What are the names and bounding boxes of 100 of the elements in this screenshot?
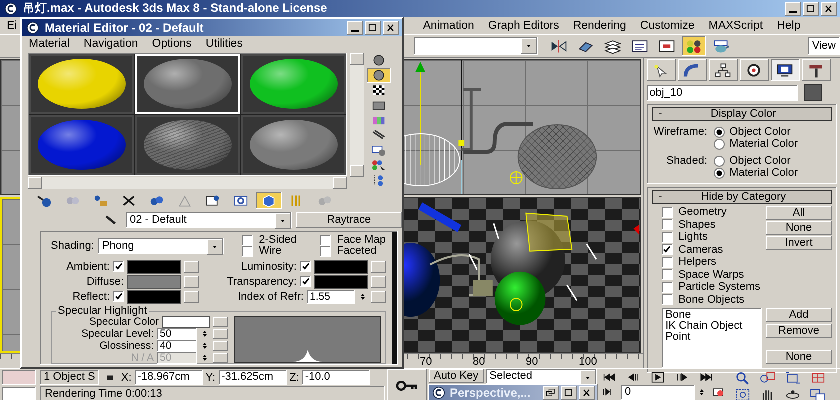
map-button[interactable] bbox=[213, 316, 228, 327]
menu-item[interactable]: Options bbox=[145, 38, 199, 50]
menu-item[interactable]: Navigation bbox=[76, 38, 146, 50]
category-checkbox[interactable]: Helpers bbox=[662, 256, 762, 268]
object-name-field[interactable]: obj_10 bbox=[646, 84, 798, 100]
material-editor-button[interactable] bbox=[682, 36, 706, 56]
radio-button[interactable] bbox=[714, 168, 725, 178]
maximize-button[interactable] bbox=[561, 386, 577, 400]
color-swatch[interactable] bbox=[127, 274, 181, 289]
category-button[interactable]: Invert bbox=[766, 236, 832, 250]
close-button[interactable] bbox=[383, 20, 399, 34]
backlight-button[interactable] bbox=[367, 68, 391, 83]
menu-item[interactable]: Animation bbox=[416, 20, 482, 32]
menu-item[interactable]: Help bbox=[770, 20, 808, 32]
map-button[interactable] bbox=[371, 260, 386, 273]
auto-key-button[interactable]: Auto Key bbox=[429, 369, 484, 383]
list-item[interactable]: IK Chain Object bbox=[666, 321, 758, 332]
spinner-field[interactable]: 50 bbox=[157, 328, 197, 340]
rollout-header[interactable]: - Hide by Category bbox=[652, 190, 832, 204]
set-key-button[interactable] bbox=[387, 369, 427, 400]
color-enable-checkbox[interactable] bbox=[300, 275, 311, 288]
category-checkbox[interactable]: Bone Objects bbox=[662, 294, 762, 306]
menu-item[interactable]: Rendering bbox=[566, 20, 634, 32]
maximize-button[interactable] bbox=[803, 2, 819, 16]
rollout-header[interactable]: - Display Color bbox=[652, 107, 832, 121]
list-button[interactable]: None bbox=[766, 350, 832, 364]
coordinate-field[interactable]: -31.625cm bbox=[218, 370, 287, 385]
material-sample-slot[interactable] bbox=[241, 54, 346, 114]
map-button[interactable] bbox=[371, 290, 386, 303]
menu-item[interactable]: Customize bbox=[633, 20, 702, 32]
maximize-button[interactable] bbox=[365, 20, 381, 34]
refraction-field[interactable]: 1.55 bbox=[307, 290, 355, 304]
utilities-tab[interactable] bbox=[802, 59, 831, 81]
list-item[interactable]: Bone bbox=[666, 310, 758, 321]
close-button[interactable] bbox=[821, 2, 837, 16]
category-checkbox[interactable]: Geometry bbox=[662, 206, 762, 218]
category-checkbox[interactable]: Cameras bbox=[662, 244, 762, 256]
material-type-button[interactable]: Raytrace bbox=[296, 212, 402, 228]
map-button[interactable] bbox=[213, 340, 228, 351]
radio-button[interactable] bbox=[714, 156, 725, 166]
maxscript-listener-field[interactable] bbox=[2, 387, 36, 400]
color-enable-checkbox[interactable] bbox=[300, 260, 311, 273]
spinner-field[interactable]: 40 bbox=[157, 340, 197, 352]
vertical-scrollbar[interactable] bbox=[350, 53, 364, 177]
option-checkbox[interactable]: Faceted bbox=[320, 246, 386, 257]
view-dropdown[interactable]: View bbox=[808, 37, 840, 55]
color-swatch[interactable] bbox=[127, 290, 181, 304]
radio-label[interactable]: Object Color bbox=[730, 155, 791, 167]
radio-button[interactable] bbox=[714, 126, 725, 138]
material-name-dropdown[interactable]: 02 - Default bbox=[126, 212, 292, 228]
motion-tab[interactable] bbox=[740, 59, 769, 81]
hierarchy-tab[interactable] bbox=[708, 59, 738, 81]
coordinate-field[interactable]: -10.0 bbox=[302, 370, 370, 385]
menu-item[interactable]: Graph Editors bbox=[481, 20, 566, 32]
menu-item[interactable]: Ei bbox=[0, 20, 24, 32]
radio-button[interactable] bbox=[714, 138, 725, 150]
category-checkbox[interactable]: Lights bbox=[662, 231, 762, 244]
minimize-button[interactable] bbox=[785, 2, 801, 16]
map-button[interactable] bbox=[184, 276, 199, 288]
radio-label[interactable]: Object Color bbox=[730, 126, 791, 138]
category-button[interactable]: None bbox=[766, 221, 832, 235]
map-button[interactable] bbox=[184, 290, 199, 303]
material-sample-slot[interactable] bbox=[241, 115, 346, 175]
list-button[interactable]: Add bbox=[766, 308, 832, 322]
option-checkbox[interactable]: 2-Sided bbox=[242, 234, 320, 246]
list-button[interactable]: Remove bbox=[766, 324, 832, 338]
color-swatch[interactable] bbox=[314, 274, 368, 289]
color-enable-checkbox[interactable] bbox=[113, 260, 124, 273]
restore-button[interactable] bbox=[543, 386, 559, 400]
option-checkbox[interactable]: Wire bbox=[242, 246, 320, 257]
map-button[interactable] bbox=[371, 276, 386, 288]
color-enable-checkbox[interactable] bbox=[113, 290, 124, 303]
list-item[interactable]: Point bbox=[666, 332, 758, 343]
maxscript-listener-field[interactable] bbox=[2, 370, 36, 385]
material-sample-slot[interactable] bbox=[29, 54, 134, 114]
option-checkbox[interactable]: Face Map bbox=[320, 234, 386, 246]
map-button[interactable] bbox=[213, 328, 228, 339]
map-button[interactable] bbox=[184, 260, 199, 273]
radio-label[interactable]: Material Color bbox=[730, 167, 798, 179]
coordinate-field[interactable]: -18.967cm bbox=[134, 370, 203, 385]
modify-tab[interactable] bbox=[678, 59, 707, 81]
category-checkbox[interactable]: Space Warps bbox=[662, 268, 762, 281]
color-swatch[interactable] bbox=[314, 260, 368, 274]
menu-item[interactable]: MAXScript bbox=[702, 20, 770, 32]
specular-color-swatch[interactable] bbox=[162, 316, 210, 328]
category-checkbox[interactable]: Shapes bbox=[662, 218, 762, 231]
minimize-button[interactable] bbox=[347, 20, 363, 34]
menu-item[interactable]: Material bbox=[22, 38, 77, 50]
show-end-result-button[interactable] bbox=[256, 192, 282, 209]
close-button[interactable] bbox=[579, 386, 595, 400]
create-tab[interactable] bbox=[646, 59, 676, 81]
key-filter-dropdown[interactable]: Selected bbox=[486, 368, 597, 384]
object-color-swatch[interactable] bbox=[804, 84, 822, 101]
category-list[interactable]: Bone IK Chain Object Point bbox=[662, 308, 762, 368]
radio-label[interactable]: Material Color bbox=[730, 138, 798, 150]
category-checkbox[interactable]: Particle Systems bbox=[662, 281, 762, 294]
selection-set-dropdown[interactable] bbox=[414, 37, 538, 55]
shading-dropdown[interactable]: Phong bbox=[98, 238, 224, 254]
display-tab[interactable] bbox=[770, 59, 800, 81]
frame-field[interactable]: 0 bbox=[621, 384, 696, 400]
